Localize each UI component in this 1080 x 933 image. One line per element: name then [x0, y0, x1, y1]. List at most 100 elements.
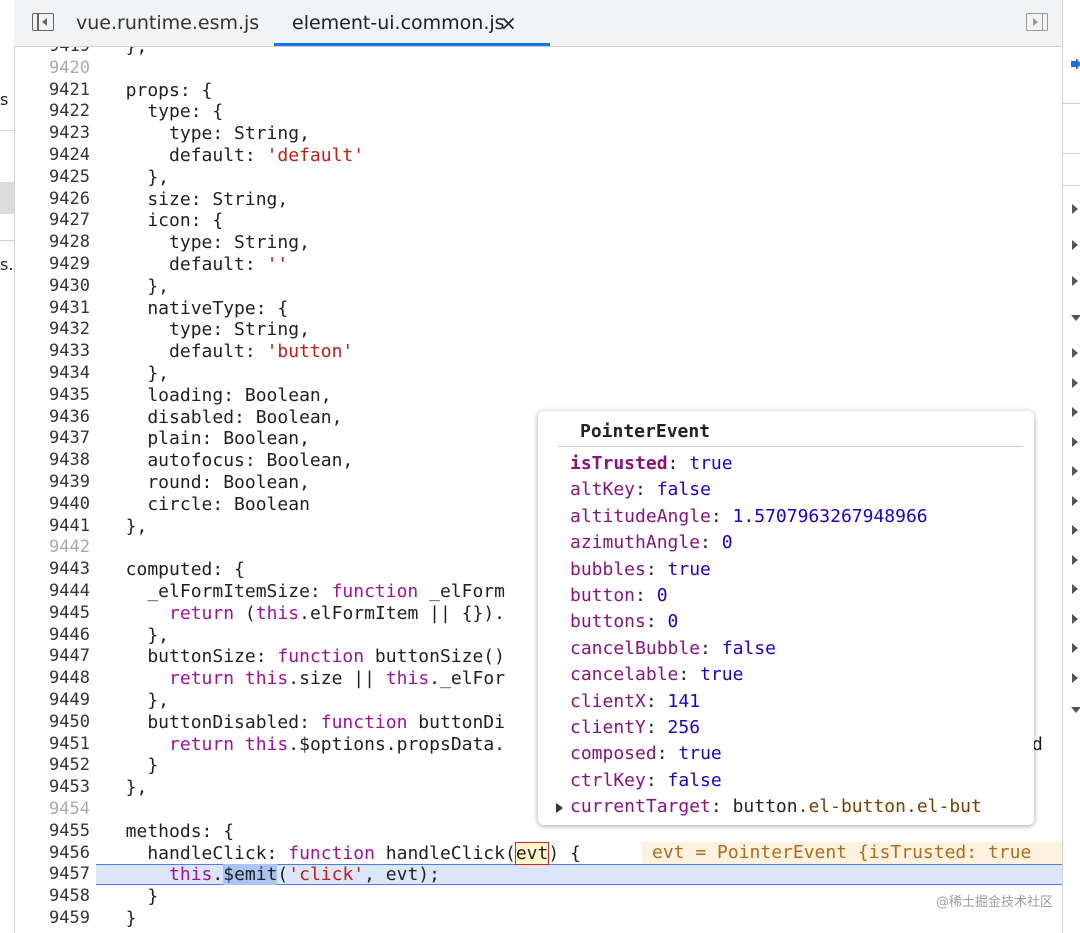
- property-value: true: [689, 453, 733, 474]
- code-line[interactable]: 9458 }: [14, 886, 1062, 908]
- code-line[interactable]: 9422 type: {: [14, 101, 1062, 123]
- line-number[interactable]: 9429: [14, 254, 90, 276]
- line-number[interactable]: 9452: [14, 755, 90, 777]
- line-number[interactable]: 9422: [14, 101, 90, 123]
- line-number[interactable]: 9459: [14, 908, 90, 930]
- line-number[interactable]: 9431: [14, 298, 90, 320]
- code-text: }: [104, 908, 137, 929]
- expand-arrow-icon[interactable]: [1072, 496, 1078, 506]
- code-line[interactable]: 9433 default: 'button': [14, 341, 1062, 363]
- line-number[interactable]: 9432: [14, 319, 90, 341]
- line-number[interactable]: 9447: [14, 646, 90, 668]
- code-line[interactable]: 9420: [14, 58, 1062, 80]
- property-separator: :: [667, 453, 690, 474]
- code-line[interactable]: 9432 type: String,: [14, 319, 1062, 341]
- code-line[interactable]: 9427 icon: {: [14, 210, 1062, 232]
- expand-arrow-icon[interactable]: [1072, 643, 1078, 653]
- expand-arrow-icon[interactable]: [1072, 437, 1078, 447]
- line-number[interactable]: 9445: [14, 603, 90, 625]
- expand-arrow-icon[interactable]: [1072, 584, 1078, 594]
- toggle-debugger-icon[interactable]: [1026, 13, 1048, 31]
- line-number[interactable]: 9438: [14, 450, 90, 472]
- code-line[interactable]: 9426 size: String,: [14, 189, 1062, 211]
- code-line[interactable]: 9459 }: [14, 908, 1062, 930]
- code-line[interactable]: 9419 },: [14, 47, 1062, 58]
- line-number[interactable]: 9457: [14, 864, 90, 886]
- close-tab-icon[interactable]: ×: [500, 13, 517, 33]
- code-line[interactable]: 9434 },: [14, 363, 1062, 385]
- code-line[interactable]: 9431 nativeType: {: [14, 298, 1062, 320]
- step-arrow-icon[interactable]: [1071, 58, 1080, 70]
- expand-arrow-icon[interactable]: [1072, 204, 1078, 214]
- code-line[interactable]: 9428 type: String,: [14, 232, 1062, 254]
- expand-arrow-icon[interactable]: [1072, 466, 1078, 476]
- line-number[interactable]: 9451: [14, 734, 90, 756]
- line-number[interactable]: 9440: [14, 494, 90, 516]
- line-number[interactable]: 9439: [14, 472, 90, 494]
- collapse-arrow-icon[interactable]: [1071, 315, 1080, 321]
- line-number[interactable]: 9458: [14, 886, 90, 908]
- line-number[interactable]: 9420: [14, 58, 90, 80]
- line-number[interactable]: 9421: [14, 80, 90, 102]
- expand-arrow-icon[interactable]: [1072, 240, 1078, 250]
- line-number[interactable]: 9436: [14, 407, 90, 429]
- left-panel-selected-item[interactable]: [0, 182, 14, 214]
- tab-vue-runtime[interactable]: vue.runtime.esm.js: [76, 0, 259, 46]
- code-line[interactable]: 9430 },: [14, 276, 1062, 298]
- expand-arrow-icon[interactable]: [556, 803, 563, 813]
- left-panel-fragment[interactable]: s: [0, 90, 14, 109]
- code-text: return this.size || this._elFor: [169, 668, 506, 690]
- inline-variable-value[interactable]: evt = PointerEvent {isTrusted: true: [642, 842, 1062, 864]
- expand-arrow-icon[interactable]: [1072, 614, 1078, 624]
- line-number[interactable]: 9425: [14, 167, 90, 189]
- code-line[interactable]: 9429 default: '': [14, 254, 1062, 276]
- line-number[interactable]: 9423: [14, 123, 90, 145]
- line-number[interactable]: 9454: [14, 799, 90, 821]
- code-text: buttonSize: function buttonSize(): [104, 646, 505, 668]
- line-number[interactable]: 9450: [14, 712, 90, 734]
- code-line[interactable]: 9457 this.$emit('click', evt);: [14, 864, 1062, 886]
- property-value: 0: [656, 585, 668, 606]
- line-number[interactable]: 9448: [14, 668, 90, 690]
- left-panel-fragment[interactable]: s.: [0, 255, 14, 274]
- line-number[interactable]: 9456: [14, 843, 90, 865]
- divider: [1063, 103, 1080, 104]
- line-number[interactable]: 9424: [14, 145, 90, 167]
- line-number[interactable]: 9427: [14, 210, 90, 232]
- expand-arrow-icon[interactable]: [1072, 378, 1078, 388]
- line-number[interactable]: 9434: [14, 363, 90, 385]
- line-number[interactable]: 9428: [14, 232, 90, 254]
- property-separator: :: [635, 479, 657, 501]
- line-number[interactable]: 9419: [14, 47, 90, 58]
- line-number[interactable]: 9433: [14, 341, 90, 363]
- expand-arrow-icon[interactable]: [1072, 555, 1078, 565]
- line-number[interactable]: 9443: [14, 559, 90, 581]
- code-line[interactable]: 9435 loading: Boolean,: [14, 385, 1062, 407]
- expand-arrow-icon[interactable]: [1072, 348, 1078, 358]
- line-number[interactable]: 9437: [14, 428, 90, 450]
- toggle-navigator-icon[interactable]: [32, 13, 54, 31]
- line-number[interactable]: 9435: [14, 385, 90, 407]
- code-text: computed: {: [104, 559, 245, 581]
- line-number[interactable]: 9449: [14, 690, 90, 712]
- expand-arrow-icon[interactable]: [1072, 276, 1078, 286]
- line-number[interactable]: 9442: [14, 537, 90, 559]
- property-separator: :: [710, 796, 733, 818]
- line-number[interactable]: 9446: [14, 625, 90, 647]
- collapse-arrow-icon[interactable]: [1071, 707, 1080, 713]
- line-number[interactable]: 9441: [14, 516, 90, 538]
- code-line[interactable]: 9424 default: 'default': [14, 145, 1062, 167]
- code-line[interactable]: 9421 props: {: [14, 80, 1062, 102]
- code-line[interactable]: 9423 type: String,: [14, 123, 1062, 145]
- property-row[interactable]: currentTarget: button.el-button.el-but: [570, 794, 982, 820]
- line-number[interactable]: 9430: [14, 276, 90, 298]
- expand-arrow-icon[interactable]: [1072, 673, 1078, 683]
- line-number[interactable]: 9455: [14, 821, 90, 843]
- expand-arrow-icon[interactable]: [1072, 407, 1078, 417]
- line-number[interactable]: 9444: [14, 581, 90, 603]
- line-number[interactable]: 9426: [14, 189, 90, 211]
- line-number[interactable]: 9453: [14, 777, 90, 799]
- code-line[interactable]: 9425 },: [14, 167, 1062, 189]
- tab-element-ui[interactable]: element-ui.common.js: [292, 0, 505, 46]
- expand-arrow-icon[interactable]: [1072, 525, 1078, 535]
